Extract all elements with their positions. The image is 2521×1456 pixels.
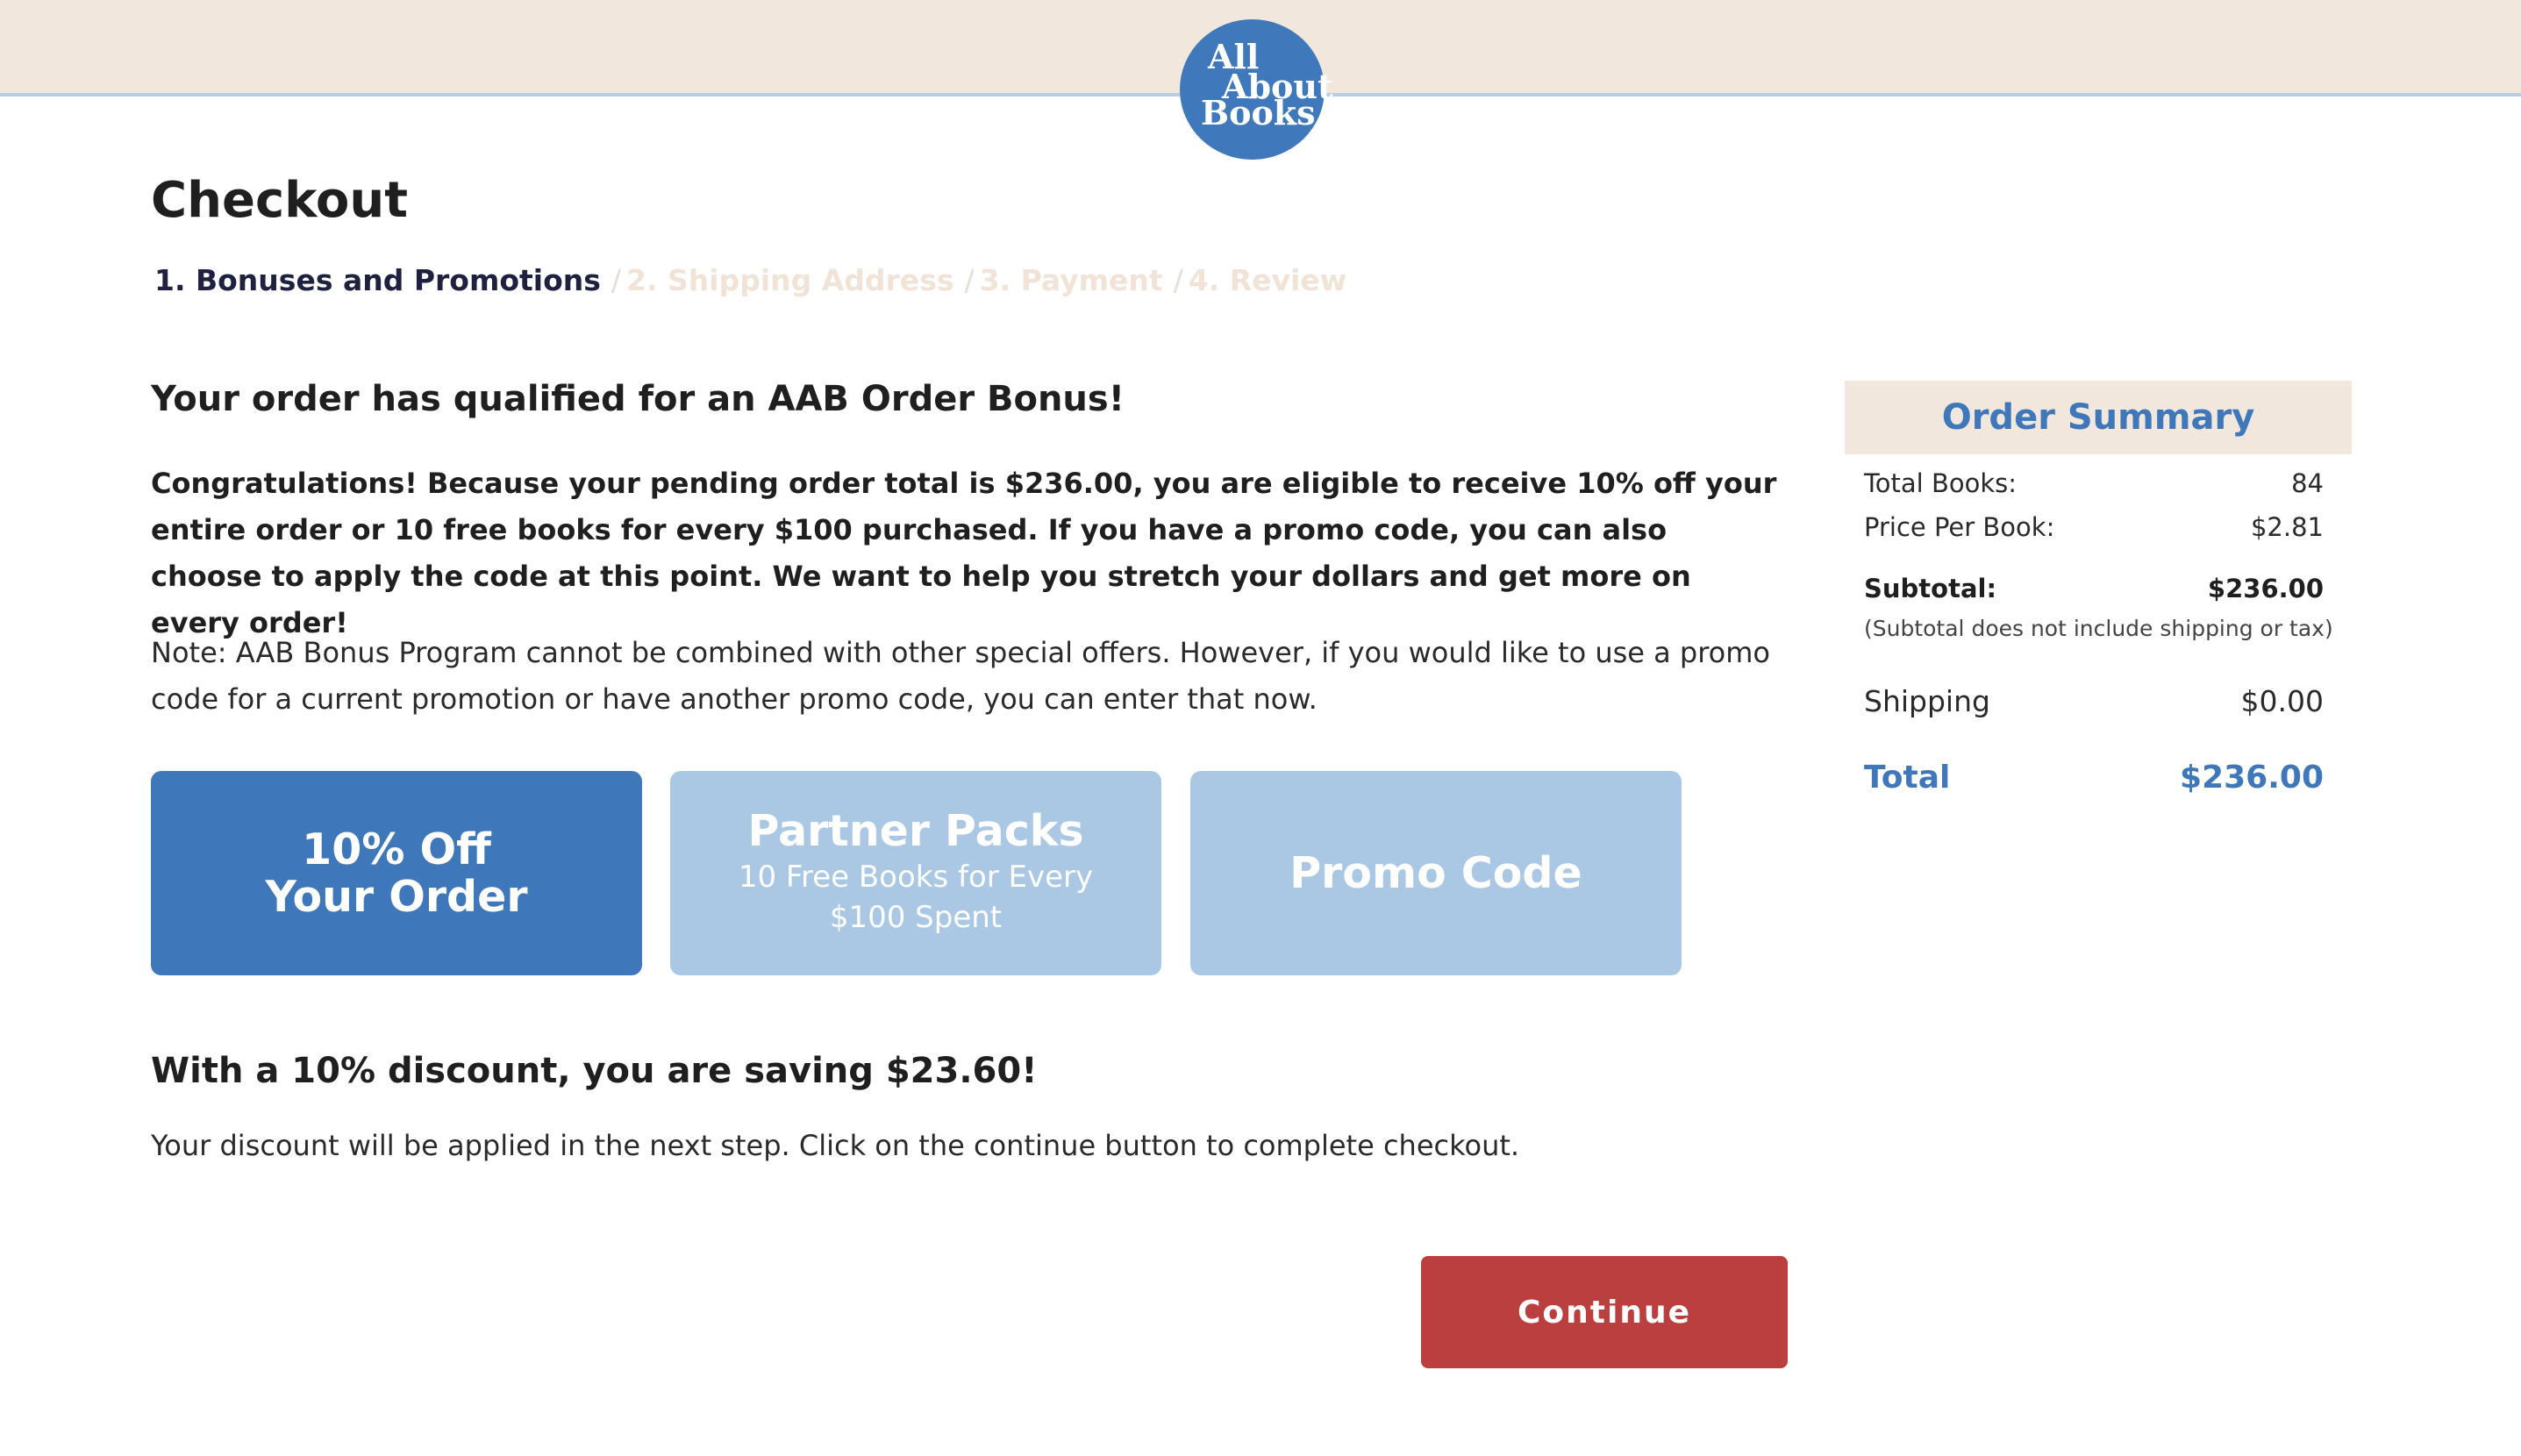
summary-row-price-per-book: Price Per Book: $2.81 — [1864, 512, 2324, 542]
step-review: 4. Review — [1188, 263, 1347, 297]
summary-value: $2.81 — [2250, 512, 2324, 542]
summary-row-subtotal: Subtotal: $236.00 — [1864, 574, 2324, 603]
logo-line-3: Books — [1201, 93, 1316, 132]
option-title: Promo Code — [1289, 847, 1582, 898]
step-bonuses[interactable]: 1. Bonuses and Promotions — [154, 263, 601, 297]
all-about-books-logo[interactable]: All About Books — [1180, 19, 1333, 160]
summary-label: Total — [1864, 760, 1951, 796]
subtotal-note: (Subtotal does not include shipping or t… — [1864, 616, 2333, 641]
order-summary-title: Order Summary — [1845, 381, 2352, 454]
summary-value: $236.00 — [2180, 760, 2324, 796]
step-separator: / — [611, 263, 622, 297]
step-payment: 3. Payment — [979, 263, 1163, 297]
summary-value: $236.00 — [2207, 574, 2324, 603]
summary-row-total-books: Total Books: 84 — [1864, 468, 2324, 498]
savings-heading: With a 10% discount, you are saving $23.… — [151, 1051, 1038, 1091]
summary-label: Price Per Book: — [1864, 512, 2055, 542]
option-title: Partner Packs — [747, 805, 1084, 856]
congratulations-text: Congratulations! Because your pending or… — [151, 467, 1777, 639]
bonus-heading: Your order has qualified for an AAB Orde… — [151, 379, 1125, 419]
option-partner-packs-button[interactable]: Partner Packs 10 Free Books for Every $1… — [670, 771, 1161, 975]
option-title: 10% Off Your Order — [265, 824, 528, 922]
summary-label: Subtotal: — [1864, 574, 1997, 603]
summary-label: Shipping — [1864, 684, 1990, 718]
continue-button[interactable]: Continue — [1421, 1256, 1788, 1368]
bonus-note-text: Note: AAB Bonus Program cannot be combin… — [151, 636, 1770, 716]
option-subtitle: 10 Free Books for Every $100 Spent — [738, 859, 1094, 935]
summary-value: $0.00 — [2240, 684, 2324, 718]
page-title: Checkout — [151, 172, 408, 229]
step-shipping-address: 2. Shipping Address — [626, 263, 954, 297]
step-separator: / — [964, 263, 975, 297]
option-10-percent-off-button[interactable]: 10% Off Your Order — [151, 771, 642, 975]
summary-row-shipping: Shipping $0.00 — [1864, 684, 2324, 718]
discount-applied-note: Your discount will be applied in the nex… — [151, 1129, 1520, 1162]
summary-value: 84 — [2291, 468, 2324, 498]
checkout-steps-breadcrumb: 1. Bonuses and Promotions/2. Shipping Ad… — [154, 263, 1346, 297]
summary-label: Total Books: — [1864, 468, 2017, 498]
step-separator: / — [1173, 263, 1183, 297]
order-summary-panel: Order Summary Total Books: 84 Price Per … — [1845, 381, 2352, 796]
summary-row-total: Total $236.00 — [1864, 760, 2324, 796]
option-promo-code-button[interactable]: Promo Code — [1190, 771, 1682, 975]
